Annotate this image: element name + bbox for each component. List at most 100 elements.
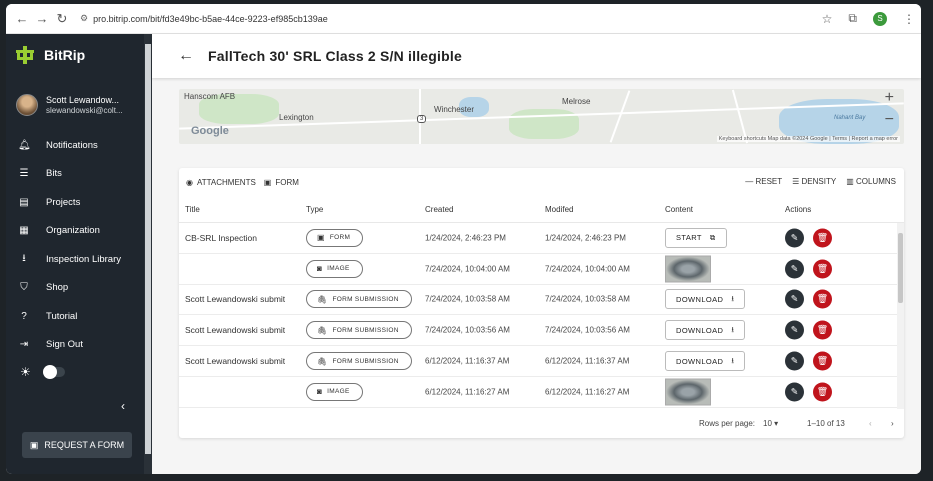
sidebar: BitRip Scott Lewandow... slewandowski@co… <box>6 34 144 474</box>
reload-icon[interactable]: ↻ <box>52 11 72 27</box>
column-header-type[interactable]: Type <box>306 205 323 214</box>
map-attribution[interactable]: Keyboard shortcuts Map data ©2024 Google… <box>716 136 900 142</box>
edit-button[interactable]: ✎ <box>785 382 804 402</box>
trash-icon: 🗑︎ <box>816 293 829 304</box>
external-link-icon: ⧉ <box>709 232 716 242</box>
cell-modified: 1/24/2024, 2:46:23 PM <box>545 233 626 243</box>
pencil-icon: ✎ <box>790 386 799 397</box>
cell-modified: 7/24/2024, 10:04:00 AM <box>545 264 630 274</box>
prev-page-icon[interactable]: ‹ <box>869 419 872 428</box>
theme-toggle[interactable] <box>42 365 65 379</box>
app-logo[interactable]: BitRip <box>16 46 85 64</box>
sidebar-item-projects[interactable]: ▤ Projects <box>6 188 144 217</box>
attachment-thumbnail[interactable] <box>665 255 711 283</box>
download-button[interactable]: DOWNLOAD ⭳ <box>665 351 746 372</box>
sidebar-item-inspection-library[interactable]: ⭳ Inspection Library <box>6 245 144 274</box>
row-actions: ✎ 🗑︎ <box>785 289 832 309</box>
reset-button[interactable]: — RESET <box>745 177 782 186</box>
table-row[interactable]: Scott Lewandowski submit 🖇︎ FORM SUBMISSIO… <box>179 346 897 377</box>
forward-icon[interactable]: → <box>32 11 52 26</box>
eye-icon: ◉ <box>186 177 193 187</box>
sidebar-scrollbar[interactable] <box>144 34 152 474</box>
sidebar-item-bits[interactable]: ☰ Bits <box>6 160 144 189</box>
start-button[interactable]: START ⧉ <box>665 227 727 248</box>
zoom-out-icon[interactable]: − <box>885 111 894 129</box>
column-header-content[interactable]: Content <box>665 205 693 214</box>
zoom-in-icon[interactable]: + <box>885 89 894 107</box>
list-icon: ☰ <box>19 168 29 180</box>
attachment-thumbnail[interactable] <box>665 378 711 406</box>
form-tab[interactable]: ▣ FORM <box>264 178 299 187</box>
download-button[interactable]: DOWNLOAD ⭳ <box>665 320 746 341</box>
trash-icon: 🗑︎ <box>816 355 829 366</box>
download-button[interactable]: DOWNLOAD ⭳ <box>665 289 746 310</box>
sidebar-item-notifications[interactable]: 🔔︎ Notifications <box>6 131 144 160</box>
pencil-icon: ✎ <box>790 324 799 335</box>
delete-button[interactable]: 🗑︎ <box>813 228 832 248</box>
table-row[interactable]: Scott Lewandowski submit 🖇︎ FORM SUBMISSIO… <box>179 315 897 347</box>
sidebar-item-label: Inspection Library <box>46 253 121 265</box>
table-row[interactable]: CB-SRL Inspection ▣ FORM 1/24/2024, 2:46:23… <box>179 223 897 254</box>
delete-button[interactable]: 🗑︎ <box>813 259 832 279</box>
collapse-sidebar-icon[interactable]: ‹ <box>121 399 125 413</box>
sidebar-nav: 🔔︎ Notifications ☰ Bits ▤ Projects ▦ Org… <box>6 131 144 359</box>
attachments-tab[interactable]: ◉ ATTACHMENTS <box>186 178 256 187</box>
delete-button[interactable]: 🗑︎ <box>813 289 832 309</box>
cell-created: 7/24/2024, 10:03:58 AM <box>425 294 510 304</box>
profile-avatar[interactable]: S <box>873 11 887 26</box>
back-arrow-icon[interactable]: ← <box>178 47 194 65</box>
user-email: slewandowski@colt... <box>46 105 123 115</box>
column-header-modified[interactable]: Modifed <box>545 205 573 214</box>
more-menu-icon[interactable]: ⋮ <box>903 12 915 26</box>
columns-button[interactable]: ▥ COLUMNS <box>846 177 896 186</box>
back-icon[interactable]: ← <box>12 11 32 26</box>
theme-toggle-row: ☀ <box>20 365 65 379</box>
table-row[interactable]: ◙ IMAGE 7/24/2024, 10:04:00 AM 7/24/2024, 1… <box>179 254 897 285</box>
request-form-button[interactable]: ▣ REQUEST A FORM <box>22 432 132 458</box>
form-label: FORM <box>275 177 299 187</box>
extensions-icon[interactable]: ⧉ <box>848 11 857 26</box>
pencil-icon: ✎ <box>790 263 799 274</box>
edit-button[interactable]: ✎ <box>785 259 804 279</box>
user-name: Scott Lewandow... <box>46 94 120 105</box>
sidebar-item-organization[interactable]: ▦ Organization <box>6 217 144 246</box>
location-map[interactable]: Hanscom AFB Lexington Winchester Melrose… <box>179 89 904 144</box>
sidebar-item-label: Bits <box>46 168 62 180</box>
edit-button[interactable]: ✎ <box>785 228 804 248</box>
edit-button[interactable]: ✎ <box>785 320 804 340</box>
trash-icon: 🗑︎ <box>816 386 829 397</box>
paperclip-icon: 🖇︎ <box>317 325 328 335</box>
form-icon: ▣ <box>29 439 39 450</box>
rows-per-page-select[interactable]: 10 ▾ <box>763 419 778 428</box>
camera-icon: ◙ <box>317 387 323 397</box>
table-scrollbar[interactable] <box>897 223 904 409</box>
delete-button[interactable]: 🗑︎ <box>813 382 832 402</box>
density-button[interactable]: ☰ DENSITY <box>792 177 836 186</box>
sun-icon: ☀ <box>20 365 31 379</box>
camera-icon: ◙ <box>317 264 323 274</box>
sidebar-item-label: Organization <box>46 225 100 237</box>
cell-title: Scott Lewandowski submit <box>185 294 286 305</box>
edit-button[interactable]: ✎ <box>785 351 804 371</box>
sidebar-item-sign-out[interactable]: ⇥ Sign Out <box>6 331 144 360</box>
sidebar-item-label: Tutorial <box>46 310 78 322</box>
map-label: Winchester <box>434 105 475 114</box>
sidebar-item-tutorial[interactable]: ? Tutorial <box>6 302 144 331</box>
address-bar[interactable]: ⚙ pro.bitrip.com/bit/fd3e49bc-b5ae-44ce-… <box>80 13 328 24</box>
column-header-title[interactable]: Title <box>185 205 200 214</box>
map-label: Melrose <box>562 97 591 106</box>
map-label: Nahant Bay <box>834 115 866 121</box>
next-page-icon[interactable]: › <box>891 419 894 428</box>
user-profile[interactable]: Scott Lewandow... slewandowski@colt... <box>16 94 123 116</box>
delete-button[interactable]: 🗑︎ <box>813 351 832 371</box>
site-info-icon[interactable]: ⚙ <box>80 13 88 24</box>
delete-button[interactable]: 🗑︎ <box>813 320 832 340</box>
table-row[interactable]: ◙ IMAGE 6/12/2024, 11:16:27 AM 6/12/2024, 1… <box>179 377 897 408</box>
sidebar-item-shop[interactable]: ⛉ Shop <box>6 274 144 303</box>
column-header-created[interactable]: Created <box>425 205 453 214</box>
star-icon[interactable]: ☆ <box>822 12 833 26</box>
paperclip-icon: 🖇︎ <box>317 294 328 304</box>
table-row[interactable]: Scott Lewandowski submit 🖇︎ FORM SUBMISSIO… <box>179 285 897 316</box>
cell-modified: 6/12/2024, 11:16:37 AM <box>545 356 630 366</box>
edit-button[interactable]: ✎ <box>785 289 804 309</box>
